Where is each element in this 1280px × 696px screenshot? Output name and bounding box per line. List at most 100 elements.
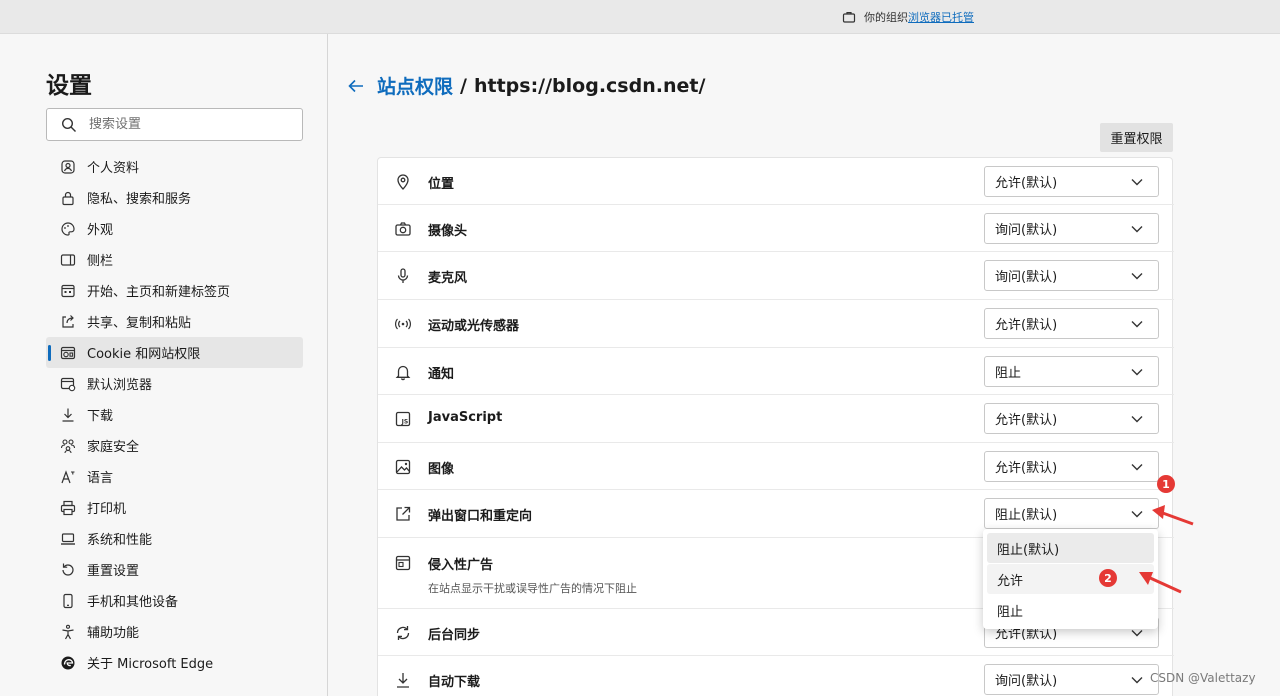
sidebar-item-appearance[interactable]: 外观 — [46, 213, 303, 244]
sidebar-item-profile[interactable]: 个人资料 — [46, 151, 303, 182]
select-value: 询问(默认) — [995, 270, 1058, 285]
sidebar-item-default-browser[interactable]: 默认浏览器 — [46, 368, 303, 399]
popups-dropdown-menu: 阻止(默认) 允许 阻止 — [983, 529, 1158, 629]
share-icon — [62, 314, 74, 328]
watermark: CSDN @Valettazy — [1150, 671, 1256, 685]
sidebar-item-label: 默认浏览器 — [87, 378, 153, 393]
dropdown-option-block-default[interactable]: 阻止(默认) — [987, 533, 1154, 563]
sidebar-item-label: 外观 — [87, 223, 114, 238]
chevron-down-icon — [1131, 225, 1143, 232]
default-browser-icon — [60, 377, 76, 391]
permission-label: 自动下载 — [428, 675, 481, 690]
select-value: 允许(默认) — [995, 318, 1058, 333]
popup-icon — [396, 506, 411, 521]
sidebar-item-cookies-site-permissions[interactable]: Cookie 和网站权限 — [46, 337, 303, 368]
image-icon — [395, 459, 411, 475]
briefcase-icon — [842, 12, 856, 23]
reset-permissions-button[interactable]: 重置权限 — [1100, 123, 1173, 152]
sidebar-item-family-safety[interactable]: 家庭安全 — [46, 430, 303, 461]
microphone-select[interactable]: 询问(默认) — [984, 260, 1159, 291]
sidebar-item-label: 重置设置 — [87, 564, 140, 579]
microphone-icon — [397, 268, 409, 283]
permission-row-automatic-downloads: 自动下载 询问(默认) — [378, 656, 1174, 696]
sidebar-icon — [60, 253, 76, 266]
settings-title: 设置 — [46, 73, 92, 99]
select-value: 询问(默认) — [995, 674, 1058, 689]
dropdown-option-block[interactable]: 阻止 — [987, 595, 1154, 625]
accessibility-icon — [62, 624, 74, 639]
camera-select[interactable]: 询问(默认) — [984, 213, 1159, 244]
download-icon — [62, 408, 74, 422]
sidebar-item-accessibility[interactable]: 辅助功能 — [46, 616, 303, 647]
managed-bar: 你的组织 浏览器已托管 — [0, 0, 1280, 34]
sidebar-item-downloads[interactable]: 下载 — [46, 399, 303, 430]
automatic-downloads-select[interactable]: 询问(默认) — [984, 664, 1159, 695]
permission-label: 弹出窗口和重定向 — [428, 509, 533, 524]
sidebar-item-label: 个人资料 — [87, 161, 140, 176]
breadcrumb-site-permissions[interactable]: 站点权限 — [377, 72, 453, 99]
popups-redirects-select[interactable]: 阻止(默认) — [984, 498, 1159, 529]
bell-icon — [395, 365, 411, 381]
permission-row-camera: 摄像头 询问(默认) — [378, 205, 1174, 252]
home-tabs-icon — [61, 284, 75, 297]
dropdown-option-allow[interactable]: 允许 — [987, 564, 1154, 594]
sync-icon — [396, 626, 410, 640]
managed-link[interactable]: 浏览器已托管 — [908, 9, 974, 25]
search-box[interactable] — [46, 108, 303, 141]
sidebar-item-languages[interactable]: 语言 — [46, 461, 303, 492]
language-icon — [61, 469, 75, 483]
laptop-icon — [61, 532, 75, 545]
annotation-arrow-1 — [1152, 505, 1194, 526]
location-select[interactable]: 允许(默认) — [984, 166, 1159, 197]
printer-icon — [60, 500, 76, 515]
settings-sidebar: 设置 个人资料 隐私、搜索和服务 外观 侧栏 开始、主页和新建标签页 共享、复制… — [0, 34, 328, 696]
annotation-arrow-2 — [1139, 572, 1182, 594]
download-icon — [397, 673, 409, 688]
annotation-badge-1: 1 — [1157, 475, 1175, 493]
images-select[interactable]: 允许(默认) — [984, 451, 1159, 482]
select-value: 允许(默认) — [995, 176, 1058, 191]
profile-icon — [61, 159, 75, 174]
back-arrow-icon[interactable] — [347, 77, 365, 95]
notifications-select[interactable]: 阻止 — [984, 356, 1159, 387]
sidebar-item-label: 手机和其他设备 — [87, 595, 179, 610]
sidebar-item-label: 家庭安全 — [87, 440, 140, 455]
sidebar-item-label: 辅助功能 — [87, 626, 140, 641]
sidebar-item-label: 下载 — [87, 409, 114, 424]
select-value: 阻止 — [995, 366, 1022, 381]
permission-row-javascript: JS JavaScript 允许(默认) — [378, 395, 1174, 443]
permission-row-images: 图像 允许(默认) — [378, 443, 1174, 490]
sidebar-item-phone-devices[interactable]: 手机和其他设备 — [46, 585, 303, 616]
chevron-down-icon — [1131, 272, 1143, 279]
permission-row-microphone: 麦克风 询问(默认) — [378, 252, 1174, 300]
breadcrumb-separator: / — [460, 74, 467, 97]
javascript-select[interactable]: 允许(默认) — [984, 403, 1159, 434]
sidebar-item-label: 开始、主页和新建标签页 — [87, 285, 231, 300]
chevron-down-icon — [1131, 320, 1143, 327]
sidebar-item-about-edge[interactable]: 关于 Microsoft Edge — [46, 647, 303, 678]
sidebar-nav: 个人资料 隐私、搜索和服务 外观 侧栏 开始、主页和新建标签页 共享、复制和粘贴… — [46, 151, 303, 678]
sidebar-item-system-performance[interactable]: 系统和性能 — [46, 523, 303, 554]
chevron-down-icon — [1131, 368, 1143, 375]
sidebar-item-reset-settings[interactable]: 重置设置 — [46, 554, 303, 585]
sidebar-item-start-home[interactable]: 开始、主页和新建标签页 — [46, 275, 303, 306]
motion-sensors-select[interactable]: 允许(默认) — [984, 308, 1159, 339]
search-input[interactable] — [89, 117, 289, 132]
sidebar-item-printers[interactable]: 打印机 — [46, 492, 303, 523]
permission-row-motion-sensors: 运动或光传感器 允许(默认) — [378, 300, 1174, 348]
sidebar-item-share[interactable]: 共享、复制和粘贴 — [46, 306, 303, 337]
permission-label: 后台同步 — [428, 628, 481, 643]
sidebar-item-label: 隐私、搜索和服务 — [87, 192, 192, 207]
page-header: 站点权限 / https://blog.csdn.net/ — [347, 72, 705, 99]
reset-icon — [62, 563, 74, 576]
permission-label: 摄像头 — [428, 224, 468, 239]
location-icon — [397, 174, 409, 190]
svg-text:JS: JS — [401, 419, 409, 426]
sidebar-item-sidebar[interactable]: 侧栏 — [46, 244, 303, 275]
palette-icon — [61, 221, 75, 236]
annotation-badge-2: 2 — [1099, 569, 1117, 587]
permission-label: 图像 — [428, 462, 455, 477]
sidebar-item-privacy[interactable]: 隐私、搜索和服务 — [46, 182, 303, 213]
sidebar-item-label: 打印机 — [87, 502, 127, 517]
permission-label: JavaScript — [428, 410, 503, 425]
